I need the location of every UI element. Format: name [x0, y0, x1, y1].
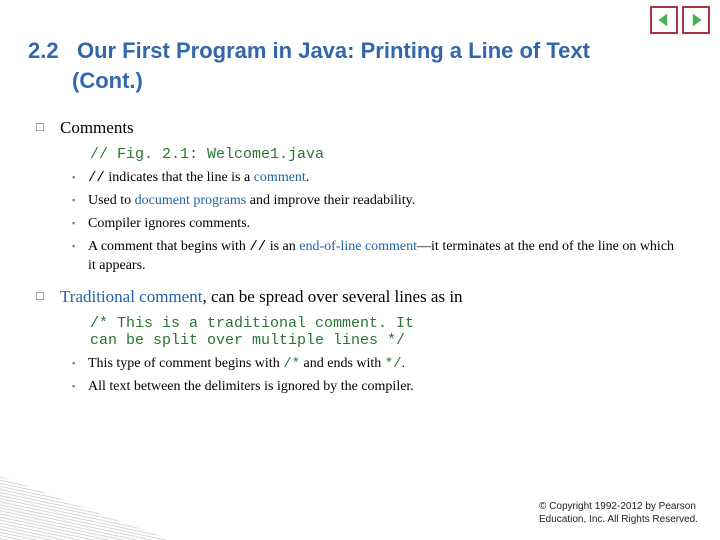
footer-line-1: © Copyright 1992-2012 by Pearson — [539, 501, 698, 514]
section-comments: Comments — [60, 117, 680, 140]
list-item: This type of comment begins with /* and … — [88, 355, 680, 374]
inline-code: /* — [283, 356, 300, 372]
arrow-right-icon — [688, 12, 704, 28]
list-item: A comment that begins with // is an end-… — [88, 238, 680, 276]
inline-code: */ — [385, 356, 402, 372]
next-button[interactable] — [682, 6, 710, 34]
section-traditional: Traditional comment, can be spread over … — [60, 286, 680, 309]
section-title-kw: Traditional comment — [60, 287, 202, 306]
section-title: Comments — [60, 118, 134, 137]
decorative-wedge — [0, 470, 170, 540]
slide-content: Comments // Fig. 2.1: Welcome1.java // i… — [0, 107, 720, 396]
footer-line-2: Education, Inc. All Rights Reserved. — [539, 514, 698, 527]
code-snippet-2: /* This is a traditional comment. It can… — [90, 315, 680, 349]
section-title-rest: , can be spread over several lines as in — [202, 287, 462, 306]
list-item: All text between the delimiters is ignor… — [88, 378, 680, 397]
sub-list-2: This type of comment begins with /* and … — [88, 355, 680, 397]
prev-button[interactable] — [650, 6, 678, 34]
list-item: Used to document programs and improve th… — [88, 192, 680, 211]
heading-title-2: (Cont.) — [28, 66, 680, 96]
inline-code: // — [88, 170, 105, 186]
code-snippet-1: // Fig. 2.1: Welcome1.java — [90, 146, 680, 163]
slide-heading: 2.2 Our First Program in Java: Printing … — [0, 0, 720, 107]
heading-title-1: Our First Program in Java: Printing a Li… — [77, 38, 590, 63]
nav-controls — [650, 6, 710, 34]
code-line: /* This is a traditional comment. It — [90, 315, 680, 332]
code-line: can be split over multiple lines */ — [90, 332, 680, 349]
sub-list-1: // indicates that the line is a comment.… — [88, 169, 680, 275]
list-item: // indicates that the line is a comment. — [88, 169, 680, 188]
list-item: Compiler ignores comments. — [88, 215, 680, 234]
copyright-footer: © Copyright 1992-2012 by Pearson Educati… — [539, 501, 698, 526]
arrow-left-icon — [656, 12, 672, 28]
heading-number: 2.2 — [28, 38, 59, 63]
inline-code: // — [249, 239, 266, 255]
